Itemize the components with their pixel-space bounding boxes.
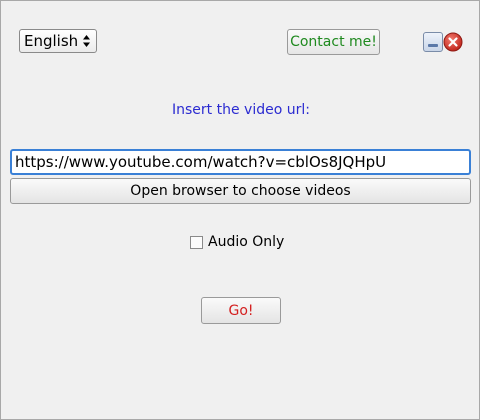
- minimize-button[interactable]: [423, 32, 443, 52]
- contact-button[interactable]: Contact me!: [287, 29, 380, 55]
- minimize-icon: [428, 44, 438, 47]
- app-window: English Contact me! Insert the video url…: [0, 0, 480, 420]
- url-input[interactable]: [10, 149, 471, 175]
- go-button[interactable]: Go!: [201, 297, 281, 324]
- open-browser-button-label: Open browser to choose videos: [130, 183, 351, 199]
- contact-button-label: Contact me!: [290, 34, 377, 50]
- close-button[interactable]: [443, 32, 463, 52]
- language-select-value: English: [24, 32, 79, 50]
- audio-only-label[interactable]: Audio Only: [208, 234, 284, 250]
- open-browser-button[interactable]: Open browser to choose videos: [10, 178, 471, 204]
- go-button-label: Go!: [228, 302, 254, 319]
- language-select[interactable]: English: [19, 29, 97, 53]
- audio-only-option[interactable]: Audio Only: [190, 233, 284, 251]
- close-icon: [443, 32, 463, 52]
- url-prompt-label: Insert the video url:: [172, 102, 310, 118]
- audio-only-checkbox[interactable]: [190, 235, 203, 249]
- up-down-arrows-icon: [83, 35, 90, 47]
